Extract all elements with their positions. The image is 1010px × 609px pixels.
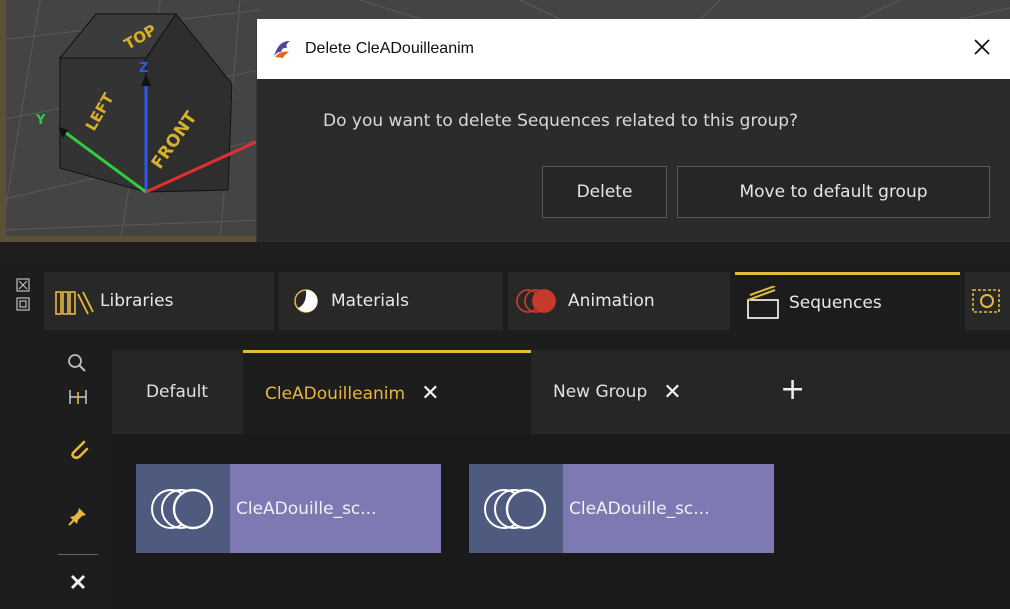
search-icon[interactable] [66,352,88,374]
tab-sequences-label: Sequences [789,292,882,313]
float-panel-icon[interactable] [16,297,30,311]
render-icon [972,289,1000,313]
paperclip-icon[interactable] [66,438,90,462]
tab-libraries-label: Libraries [100,291,174,311]
delete-button[interactable]: Delete [542,166,667,218]
tab-overflow[interactable] [965,272,1010,330]
sequences-panel: Libraries Materials Animation Sequences [0,242,1010,609]
close-icon[interactable] [70,574,86,590]
sequence-name: CleADouille_sc... [563,464,774,553]
tab-materials[interactable]: Materials [279,272,503,330]
sequence-tool-rail [44,342,112,609]
group-tab-bar: Default CleADouilleanim ✕ New Group ✕ + [112,350,1010,434]
sequence-thumbnail [469,464,563,553]
tab-animation[interactable]: Animation [508,272,730,330]
sequence-icon [484,488,547,529]
sequence-list: CleADouille_sc... CleADouille_sc... [112,434,1010,609]
group-tab-new-label: New Group [553,382,648,402]
close-panel-icon[interactable] [16,278,30,292]
dialog-titlebar: Delete CleADouilleanim [257,19,1010,79]
tab-animation-label: Animation [568,291,655,311]
tab-libraries[interactable]: Libraries [44,272,274,330]
libraries-icon [55,291,94,315]
group-tab-default-label: Default [145,382,209,402]
dialog-title: Delete CleADouilleanim [305,40,474,57]
app-logo-icon [274,40,290,58]
group-tab-cle-label: CleADouilleanim [265,383,406,404]
tab-sequences[interactable]: Sequences [735,272,960,330]
y-axis-label: Y [35,113,46,128]
group-tab-cleadouilleanim[interactable]: CleADouilleanim ✕ [243,350,531,434]
z-axis-label: Z [139,61,148,76]
add-group-button[interactable]: + [780,372,805,407]
group-tab-default[interactable]: Default [112,350,242,434]
dialog-message: Do you want to delete Sequences related … [323,111,799,131]
fit-width-icon[interactable] [68,388,88,406]
sequence-icon [151,488,214,529]
close-group-button[interactable]: ✕ [421,381,439,406]
move-to-default-group-button[interactable]: Move to default group [677,166,990,218]
rail-divider [58,554,98,555]
materials-icon [294,289,318,313]
panel-splitter[interactable] [0,242,1010,264]
dialog-close-button[interactable] [968,33,996,61]
delete-group-dialog: Delete CleADouilleanim Do you want to de… [256,19,1010,245]
animation-icon [516,289,556,313]
close-icon [974,39,990,55]
close-new-group-button[interactable]: ✕ [663,380,681,405]
sequence-name: CleADouille_sc... [230,464,441,553]
sequences-icon [747,285,779,319]
sequence-thumbnail [136,464,230,553]
tab-materials-label: Materials [331,291,409,311]
pin-icon[interactable] [68,506,88,526]
sequence-card[interactable]: CleADouille_sc... [469,464,774,553]
sequence-card[interactable]: CleADouille_sc... [136,464,441,553]
